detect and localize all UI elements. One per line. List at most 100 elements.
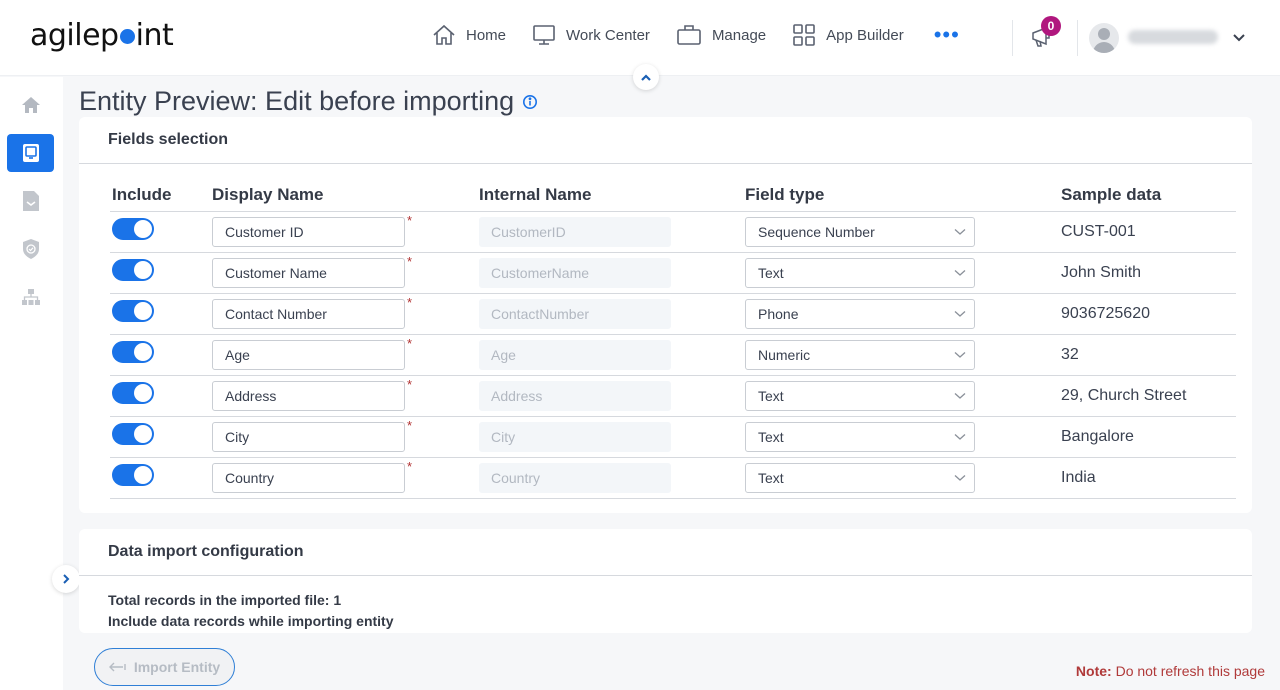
include-toggle[interactable] xyxy=(112,423,154,445)
grid-icon xyxy=(793,24,815,46)
sample-data: 9036725620 xyxy=(1061,305,1150,322)
field-type-select[interactable]: Sequence Number xyxy=(745,217,975,247)
document-icon xyxy=(22,191,39,211)
internal-name-input: Country xyxy=(479,463,671,493)
field-type-select[interactable]: Text xyxy=(745,258,975,288)
display-name-input[interactable]: Contact Number xyxy=(212,299,405,329)
expand-sidebar-button[interactable] xyxy=(52,565,80,593)
sample-data: 32 xyxy=(1061,346,1079,363)
notification-badge: 0 xyxy=(1041,16,1061,36)
display-name-input[interactable]: Age xyxy=(212,340,405,370)
required-marker: * xyxy=(407,377,413,392)
required-marker: * xyxy=(407,295,413,310)
include-toggle[interactable] xyxy=(112,218,154,240)
table-row: Address * Address Text 29, Church Street xyxy=(110,376,1236,417)
fields-table: Include Display Name Internal Name Field… xyxy=(110,177,1236,499)
import-arrow-icon xyxy=(108,662,126,672)
sample-data: Bangalore xyxy=(1061,428,1134,445)
display-name-input[interactable]: Country xyxy=(212,463,405,493)
sample-data: 29, Church Street xyxy=(1061,387,1187,404)
collapse-header-button[interactable] xyxy=(633,64,659,90)
nav-work-center[interactable]: Work Center xyxy=(532,24,650,46)
required-marker: * xyxy=(407,418,413,433)
hierarchy-icon xyxy=(21,289,40,305)
chevron-down-icon xyxy=(954,475,966,481)
table-row: Country * Country Text India xyxy=(110,458,1236,499)
chevron-down-icon xyxy=(954,311,966,317)
display-name-input[interactable]: Customer ID xyxy=(212,217,405,247)
required-marker: * xyxy=(407,213,413,228)
nav-manage[interactable]: Manage xyxy=(676,24,766,46)
section-title: Fields selection xyxy=(108,131,229,148)
field-type-select[interactable]: Text xyxy=(745,422,975,452)
table-row: Customer ID * CustomerID Sequence Number… xyxy=(110,212,1236,253)
briefcase-icon xyxy=(677,25,701,45)
divider xyxy=(1077,20,1078,56)
fields-selection-card: Fields selection Include Display Name In… xyxy=(79,117,1252,513)
chevron-down-icon xyxy=(954,270,966,276)
required-marker: * xyxy=(407,254,413,269)
field-type-select[interactable]: Text xyxy=(745,381,975,411)
import-entity-button[interactable]: Import Entity xyxy=(94,648,235,686)
sidebar-item-documents[interactable] xyxy=(7,182,54,220)
sidebar xyxy=(0,77,80,690)
nav-app-builder[interactable]: App Builder xyxy=(792,24,904,46)
user-menu-chevron[interactable] xyxy=(1232,30,1246,48)
refresh-note: Note: Do not refresh this page xyxy=(1075,663,1265,679)
user-avatar[interactable] xyxy=(1089,23,1119,53)
main-nav: Home Work Center Manage App Builder ••• xyxy=(432,24,960,46)
table-row: Customer Name * CustomerName Text John S… xyxy=(110,253,1236,294)
chevron-down-icon xyxy=(954,434,966,440)
sidebar-item-home[interactable] xyxy=(7,86,54,124)
required-marker: * xyxy=(407,336,413,351)
shield-icon xyxy=(22,239,39,259)
field-type-select[interactable]: Numeric xyxy=(745,340,975,370)
internal-name-input: CustomerID xyxy=(479,217,671,247)
home-icon xyxy=(433,24,455,45)
internal-name-input: City xyxy=(479,422,671,452)
divider xyxy=(79,163,1252,164)
include-toggle[interactable] xyxy=(112,341,154,363)
display-name-input[interactable]: Customer Name xyxy=(212,258,405,288)
field-type-select[interactable]: Phone xyxy=(745,299,975,329)
chevron-right-icon xyxy=(63,574,70,584)
display-name-input[interactable]: City xyxy=(212,422,405,452)
page-title: Entity Preview: Edit before importing xyxy=(79,86,538,117)
internal-name-input: CustomerName xyxy=(479,258,671,288)
section-title: Data import configuration xyxy=(108,543,304,560)
table-body: Customer ID * CustomerID Sequence Number… xyxy=(110,212,1236,499)
table-row: City * City Text Bangalore xyxy=(110,417,1236,458)
logo-dot xyxy=(119,29,135,44)
required-marker: * xyxy=(407,459,413,474)
column-header-include: Include xyxy=(112,185,172,204)
column-header-sample-data: Sample data xyxy=(1061,185,1162,204)
info-icon[interactable] xyxy=(522,94,538,110)
agilepoint-logo[interactable]: agilep int xyxy=(30,18,174,53)
chevron-down-icon xyxy=(954,393,966,399)
include-toggle[interactable] xyxy=(112,300,154,322)
divider xyxy=(1012,20,1013,56)
total-records-text: Total records in the imported file: 1 xyxy=(108,592,342,608)
display-name-input[interactable]: Address xyxy=(212,381,405,411)
chevron-down-icon xyxy=(954,352,966,358)
chevron-up-icon xyxy=(641,74,651,81)
include-toggle[interactable] xyxy=(112,382,154,404)
column-header-field-type: Field type xyxy=(745,185,825,204)
more-menu-button[interactable]: ••• xyxy=(934,24,960,46)
monitor-icon xyxy=(533,25,555,45)
column-header-internal-name: Internal Name xyxy=(479,185,592,204)
sidebar-item-hierarchy[interactable] xyxy=(7,278,54,316)
include-records-text: Include data records while importing ent… xyxy=(108,613,394,629)
data-import-card: Data import configuration Total records … xyxy=(79,529,1252,633)
field-type-select[interactable]: Text xyxy=(745,463,975,493)
include-toggle[interactable] xyxy=(112,464,154,486)
sidebar-item-security[interactable] xyxy=(7,230,54,268)
internal-name-input: ContactNumber xyxy=(479,299,671,329)
chevron-down-icon xyxy=(954,229,966,235)
sample-data: John Smith xyxy=(1061,264,1142,281)
nav-home[interactable]: Home xyxy=(432,24,506,46)
username-blurred[interactable] xyxy=(1128,30,1218,44)
sidebar-item-data-entities[interactable] xyxy=(7,134,54,172)
include-toggle[interactable] xyxy=(112,259,154,281)
sample-data: India xyxy=(1061,469,1096,486)
